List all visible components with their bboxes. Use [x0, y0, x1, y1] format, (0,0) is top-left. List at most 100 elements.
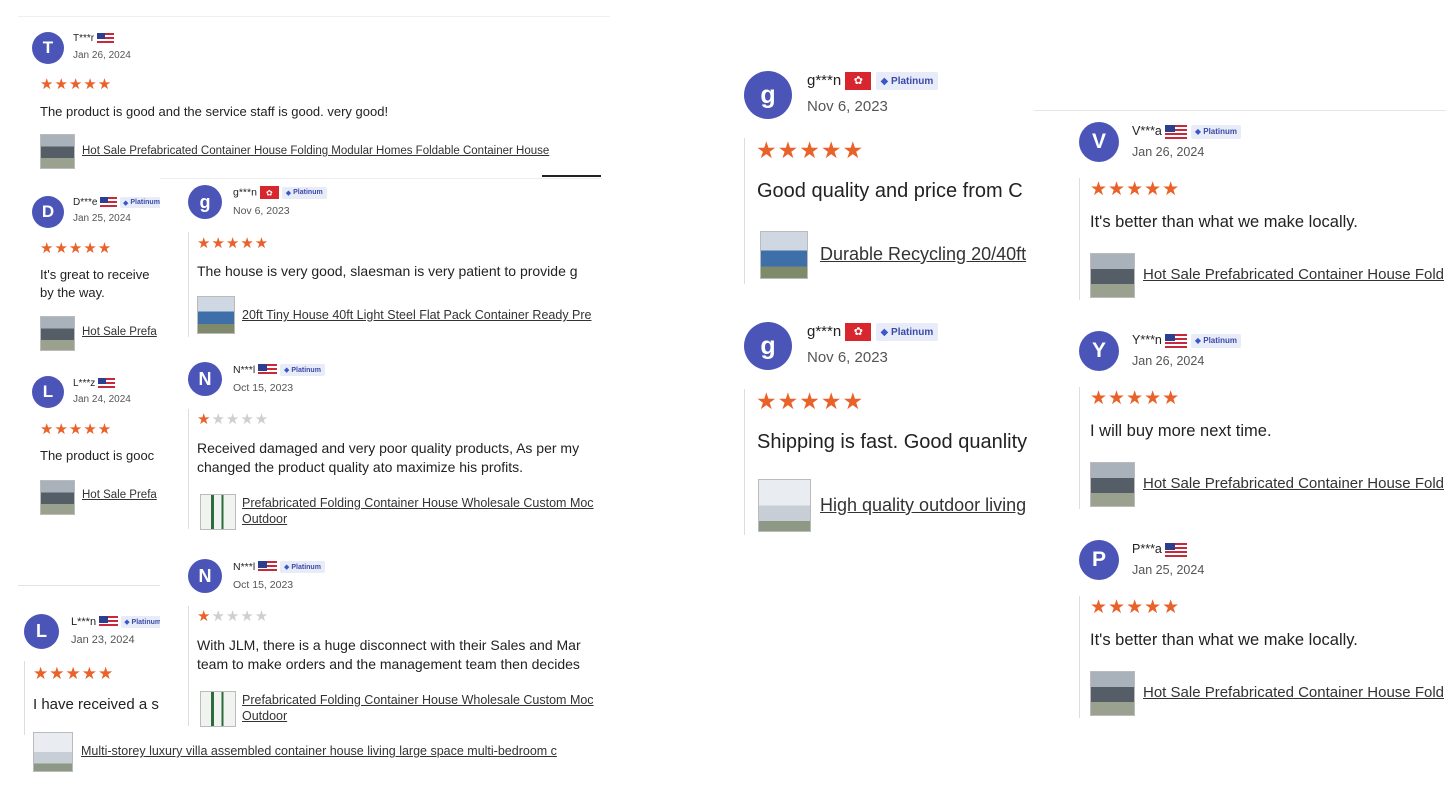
product-thumbnail[interactable] — [1090, 462, 1135, 507]
avatar: N — [188, 362, 222, 396]
reviewer-name-row: L***z — [73, 378, 116, 390]
reviewer-name: N***l — [233, 561, 256, 573]
reviewer-name-row: g***n ◆ Platinum — [233, 186, 327, 199]
product-thumbnail[interactable] — [40, 134, 75, 169]
rating-stars: ★★★★★ — [756, 388, 865, 414]
diamond-icon: ◆ — [880, 326, 889, 338]
avatar: Y — [1079, 331, 1119, 371]
rating-stars: ★★★★★ — [40, 240, 113, 257]
reviewer-name: g***n — [807, 323, 842, 340]
product-link[interactable]: Hot Sale Prefabricated Container House F… — [1143, 475, 1444, 492]
review-date: Jan 26, 2024 — [1132, 354, 1205, 368]
review-text: It's great to receive — [40, 267, 150, 282]
review-text: I have received a s — [33, 696, 159, 713]
review-date: Jan 24, 2024 — [73, 394, 131, 405]
product-link-line2[interactable]: Outdoor — [242, 512, 287, 526]
us-flag-icon — [99, 616, 119, 629]
platinum-badge: ◆ Platinum — [281, 186, 327, 199]
product-link[interactable]: Hot Sale Prefabricated Container House F… — [1143, 684, 1444, 701]
reviewer-name-row: V***a ◆ Platinum — [1132, 124, 1242, 139]
reviewer-name: Y***n — [1132, 333, 1162, 347]
review-text: Shipping is fast. Good quanlity — [757, 431, 1028, 453]
reviewer-name-row: g***n ◆ Platinum — [807, 323, 939, 342]
reviewer-name: L***z — [73, 378, 96, 390]
avatar: T — [32, 32, 64, 64]
platinum-badge: ◆ Platinum — [1190, 124, 1242, 139]
rating-stars: ★★★★★ — [1090, 179, 1181, 200]
review-date: Jan 26, 2024 — [73, 50, 131, 61]
platinum-badge: ◆ Platinum — [875, 72, 939, 91]
rating-stars: ★★★★★ — [197, 608, 270, 625]
platinum-badge: ◆ Platinum — [875, 323, 939, 342]
product-link[interactable]: Multi-storey luxury villa assembled cont… — [81, 744, 557, 758]
reviewer-name: D***e — [73, 197, 98, 209]
rating-stars: ★★★★★ — [33, 664, 115, 683]
platinum-badge: ◆ Platinum — [121, 616, 165, 629]
product-thumbnail[interactable] — [1090, 253, 1135, 298]
reviewer-name-row: T***r — [73, 33, 114, 44]
product-thumbnail[interactable] — [40, 480, 75, 515]
reviewer-name: L***n — [71, 616, 97, 628]
product-thumbnail[interactable] — [200, 691, 236, 727]
rating-stars: ★★★★★ — [1090, 388, 1181, 409]
reviewer-name: g***n — [807, 72, 842, 89]
diamond-icon: ◆ — [124, 619, 130, 627]
product-thumbnail[interactable] — [200, 494, 236, 530]
product-thumbnail[interactable] — [40, 316, 75, 351]
rating-stars: ★★★★★ — [40, 76, 113, 93]
product-link[interactable]: Prefabricated Folding Container House Wh… — [242, 693, 594, 707]
us-flag-icon — [1165, 333, 1188, 348]
rating-stars: ★★★★★ — [40, 421, 113, 438]
product-link[interactable]: Hot Sale Prefabricated Container House F… — [82, 145, 549, 157]
product-link[interactable]: Hot Sale Prefa — [82, 326, 157, 338]
product-link[interactable]: Hot Sale Prefa — [82, 489, 157, 501]
avatar: g — [188, 185, 222, 219]
product-thumbnail[interactable] — [760, 231, 808, 279]
product-thumbnail[interactable] — [758, 479, 811, 532]
review-text: Good quality and price from C — [757, 180, 1023, 202]
reviewer-name-row: N***l ◆ Platinum — [233, 561, 325, 574]
product-link[interactable]: 20ft Tiny House 40ft Light Steel Flat Pa… — [242, 308, 592, 322]
reviewer-name-row: Y***n ◆ Platinum — [1132, 333, 1242, 348]
us-flag-icon — [258, 364, 278, 377]
product-thumbnail[interactable] — [197, 296, 235, 334]
review-text: The house is very good, slaesman is very… — [197, 263, 578, 279]
review-text: Received damaged and very poor quality p… — [197, 440, 580, 456]
review-date: Oct 15, 2023 — [233, 579, 294, 591]
review-text: It's better than what we make locally. — [1090, 631, 1358, 649]
reviewer-name: N***l — [233, 364, 256, 376]
product-thumbnail[interactable] — [1090, 671, 1135, 716]
rating-stars: ★★★★★ — [1090, 597, 1181, 618]
product-thumbnail[interactable] — [33, 732, 73, 772]
platinum-badge: ◆ Platinum — [120, 197, 163, 208]
avatar: g — [744, 71, 792, 119]
us-flag-icon — [98, 378, 116, 389]
product-link-line2[interactable]: Outdoor — [242, 709, 287, 723]
avatar: L — [24, 614, 59, 649]
platinum-badge: ◆ Platinum — [1190, 333, 1242, 348]
review-date: Nov 6, 2023 — [233, 205, 290, 217]
product-link[interactable]: High quality outdoor living — [820, 495, 1026, 516]
avatar: N — [188, 559, 222, 593]
reviews-panel-right-b: V V***a ◆ Platinum Jan 26, 2024 ★★★★★ It… — [1034, 110, 1446, 722]
product-link[interactable]: Durable Recycling 20/40ft — [820, 244, 1026, 265]
review-text-line2: team to make orders and the management t… — [197, 656, 580, 672]
product-link[interactable]: Hot Sale Prefabricated Container House F… — [1143, 266, 1444, 283]
reviewer-name-row: L***n ◆ Platinum — [71, 616, 165, 629]
review-text: The product is gooc — [40, 448, 155, 463]
avatar: V — [1079, 122, 1119, 162]
hk-flag-icon — [845, 72, 872, 91]
rating-stars: ★★★★★ — [197, 411, 270, 428]
product-link[interactable]: Prefabricated Folding Container House Wh… — [242, 496, 594, 510]
review-date: Jan 26, 2024 — [1132, 145, 1205, 159]
us-flag-icon — [96, 33, 114, 44]
diamond-icon: ◆ — [285, 189, 292, 197]
diamond-icon: ◆ — [123, 199, 129, 207]
diamond-icon: ◆ — [1194, 127, 1202, 137]
us-flag-icon — [1165, 542, 1188, 557]
reviewer-name: T***r — [73, 33, 95, 45]
us-flag-icon — [258, 561, 278, 574]
avatar: D — [32, 196, 64, 228]
review-text: I will buy more next time. — [1090, 422, 1272, 440]
review-date: Nov 6, 2023 — [807, 98, 888, 115]
